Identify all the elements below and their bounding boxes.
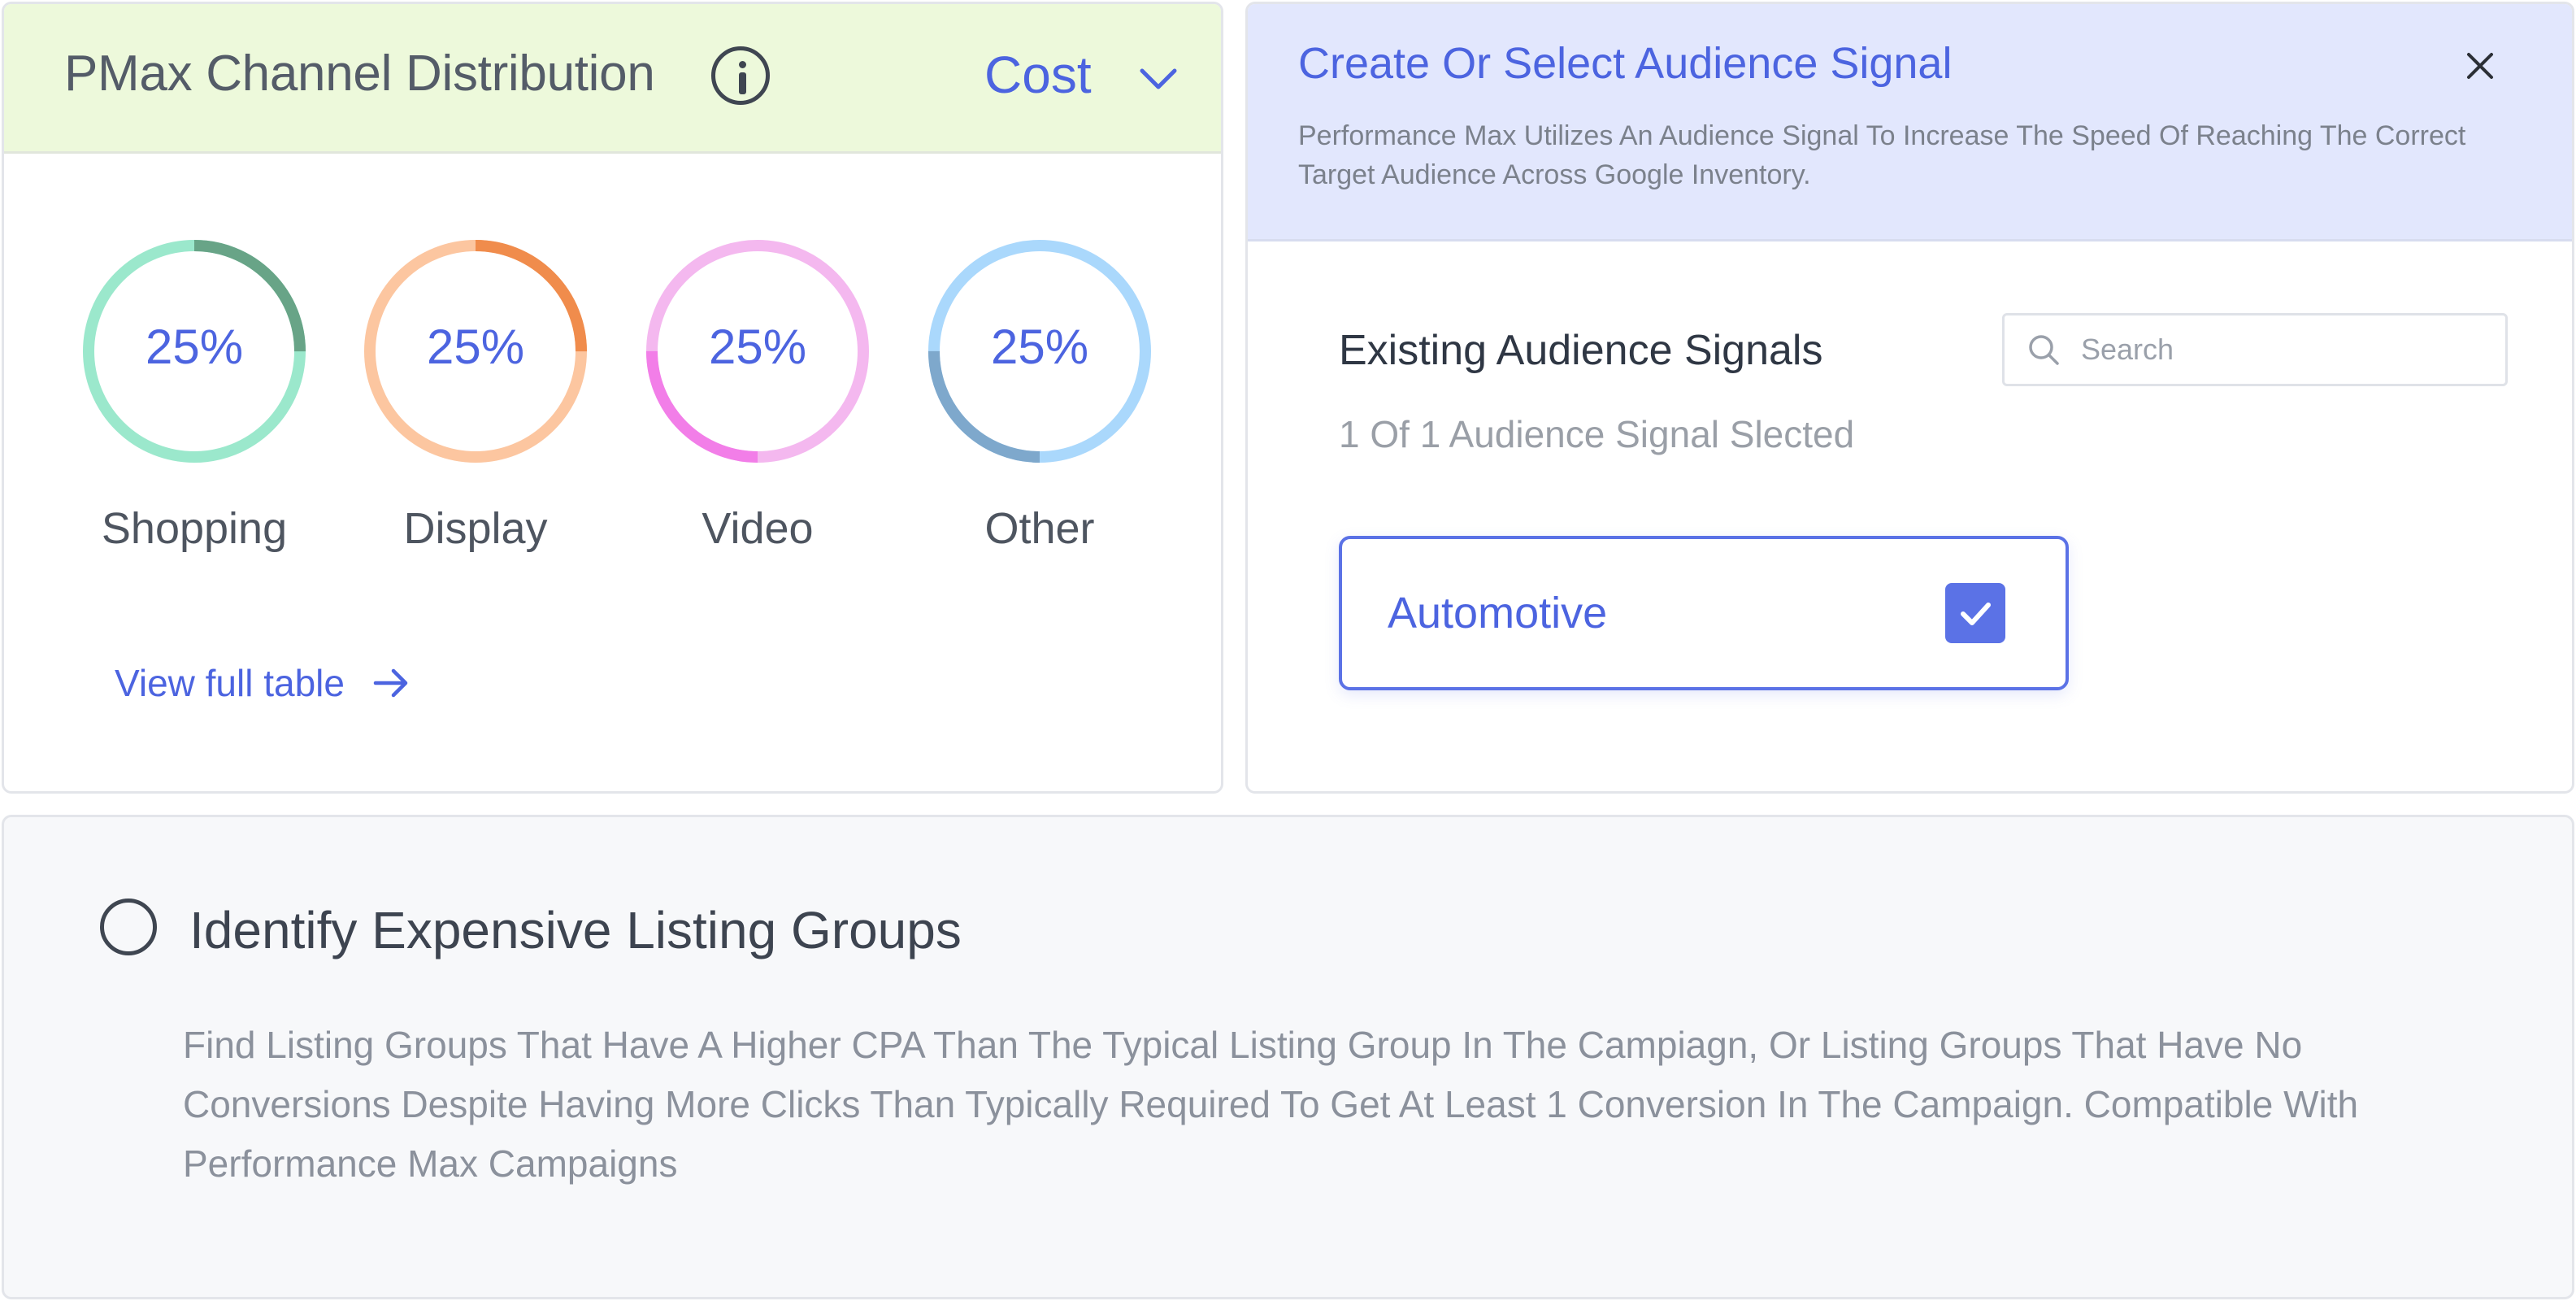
audience-signal-description: Performance Max Utilizes An Audience Sig…	[1298, 120, 2466, 190]
search-icon	[2029, 335, 2059, 365]
listing-groups-radio[interactable]	[100, 899, 157, 955]
channel-label: Display	[403, 504, 548, 553]
search-input[interactable]	[2081, 333, 2471, 367]
channel-label: Shopping	[101, 504, 288, 553]
chevron-down-icon[interactable]	[1134, 54, 1183, 103]
channel-donut-shopping: 25% Shopping	[72, 235, 316, 554]
channel-distribution-header: PMax Channel Distribution Cost	[4, 4, 1221, 154]
audience-signal-title: Create Or Select Audience Signal	[1298, 39, 1953, 88]
signal-checkbox[interactable]	[1945, 583, 2005, 643]
channel-label: Video	[702, 504, 814, 553]
channel-donut-other: 25% Other	[918, 235, 1162, 554]
listing-groups-card[interactable]: Identify Expensive Listing Groups Find L…	[2, 815, 2574, 1299]
donut-percent-text: 25%	[709, 320, 806, 374]
donut-chart: 25%	[646, 240, 869, 463]
channel-donut-video: 25% Video	[636, 235, 880, 554]
audience-signal-header: Create Or Select Audience Signal Perform…	[1248, 4, 2572, 241]
close-icon[interactable]	[2461, 46, 2500, 85]
info-icon[interactable]	[711, 46, 770, 105]
channel-distribution-title: PMax Channel Distribution	[64, 46, 655, 102]
audience-signal-option[interactable]: Automotive	[1339, 536, 2069, 690]
donut-chart: 25%	[928, 240, 1151, 463]
listing-groups-title: Identify Expensive Listing Groups	[189, 901, 962, 959]
donut-chart: 25%	[83, 240, 306, 463]
channel-label: Other	[984, 504, 1095, 553]
search-box[interactable]	[2002, 313, 2508, 386]
arrow-right-icon	[373, 668, 408, 698]
audience-signal-name: Automotive	[1388, 589, 1608, 637]
checkmark-icon	[1961, 603, 1991, 625]
channel-distribution-card: PMax Channel Distribution Cost 25% Shopp…	[2, 2, 1223, 794]
audience-signal-card: Create Or Select Audience Signal Perform…	[1245, 2, 2574, 794]
view-full-table-label: View full table	[115, 662, 345, 704]
donut-chart: 25%	[364, 240, 587, 463]
donut-percent-text: 25%	[146, 320, 243, 374]
selected-count-text: 1 Of 1 Audience Signal Slected	[1339, 413, 1855, 455]
view-full-table-link[interactable]: View full table	[115, 661, 413, 705]
donut-percent-text: 25%	[991, 320, 1088, 374]
donut-percent-text: 25%	[427, 320, 524, 374]
listing-groups-description: Find Listing Groups That Have A Higher C…	[183, 1024, 2359, 1185]
existing-signals-heading: Existing Audience Signals	[1339, 327, 1823, 374]
metric-dropdown-value[interactable]: Cost	[984, 45, 1092, 105]
channel-donut-display: 25% Display	[354, 235, 597, 554]
